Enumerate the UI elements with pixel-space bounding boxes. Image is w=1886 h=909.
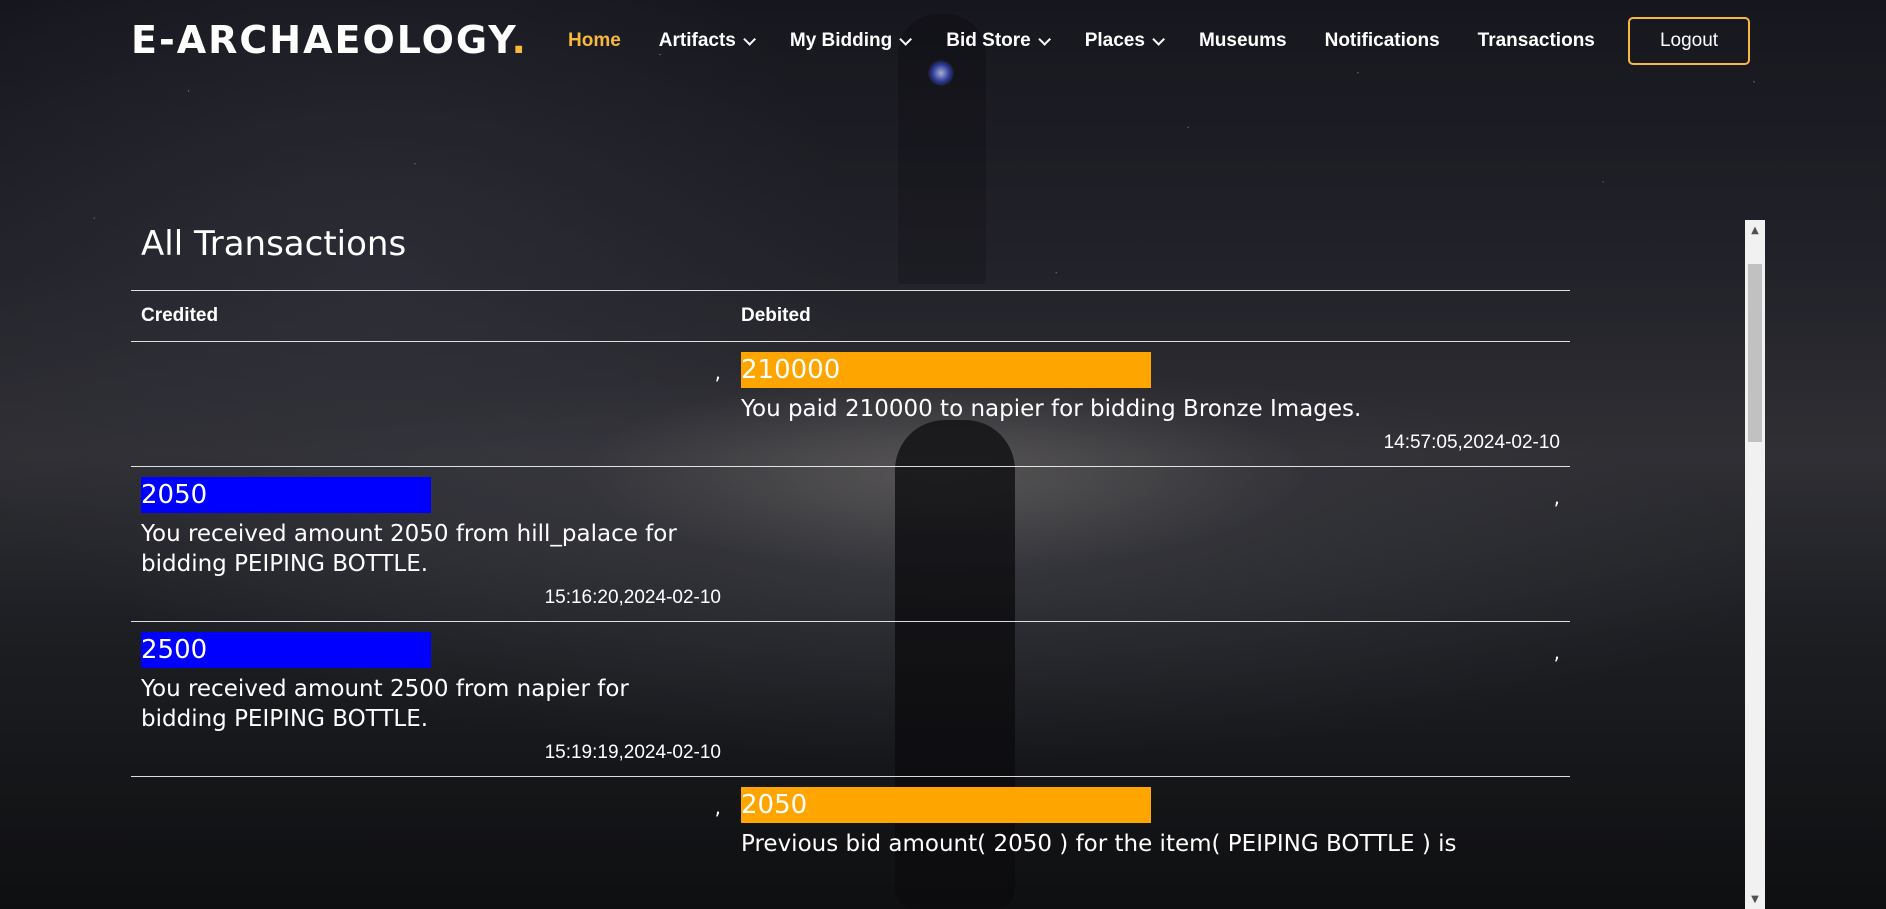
debit-cell: , (731, 622, 1570, 776)
nav-item-label: Artifacts (658, 30, 736, 51)
credited-column-header: Credited (141, 305, 219, 326)
credit-cell: , (131, 342, 731, 466)
credit-cell: 2050 You received amount 2050 from hill_… (131, 467, 731, 621)
nav-item-label: Museums (1198, 30, 1287, 51)
separator-comma: , (1553, 640, 1560, 664)
scroll-up-arrow-icon[interactable]: ▲ (1745, 220, 1765, 240)
nav-item-label: Transactions (1477, 30, 1595, 51)
site-header: E-ARCHAEOLOGY. Home Artifacts My Bidding… (0, 0, 1886, 82)
transaction-description: Previous bid amount( 2050 ) for the item… (741, 831, 1457, 857)
transaction-description: You received amount 2050 from hill_palac… (141, 521, 677, 577)
nav-item-label: Home (568, 30, 621, 51)
credit-amount-badge: 2500 (141, 632, 431, 668)
scroll-down-arrow-icon[interactable]: ▼ (1745, 889, 1765, 909)
nav-item-home[interactable]: Home (568, 30, 621, 52)
debit-cell: , (731, 467, 1570, 621)
separator-comma: , (1553, 485, 1560, 509)
logo-text: E-ARCHAEOLOGY (131, 18, 512, 62)
debited-column-header: Debited (741, 305, 811, 326)
chevron-down-icon (743, 32, 756, 46)
nav-item-label: Notifications (1324, 30, 1440, 51)
nav-item-bid-store[interactable]: Bid Store (946, 30, 1051, 52)
separator-comma: , (714, 795, 721, 819)
logo-dot: . (511, 18, 528, 62)
credit-amount-badge: 2050 (141, 477, 431, 513)
credit-cell: , (131, 777, 731, 871)
scroll-thumb[interactable] (1748, 264, 1762, 442)
nav-item-places[interactable]: Places (1084, 30, 1165, 52)
site-logo[interactable]: E-ARCHAEOLOGY. (131, 18, 528, 62)
nav-item-transactions[interactable]: Transactions (1478, 30, 1595, 52)
chevron-down-icon (1037, 32, 1051, 46)
nav-item-label: Bid Store (946, 30, 1031, 51)
table-row: , 210000 You paid 210000 to napier for b… (131, 342, 1570, 467)
nav-item-notifications[interactable]: Notifications (1325, 30, 1440, 52)
scrollbar[interactable]: ▲ ▼ (1745, 220, 1765, 909)
nav-item-my-bidding[interactable]: My Bidding (789, 30, 913, 52)
table-row: 2500 You received amount 2500 from napie… (131, 622, 1570, 777)
debit-cell: 210000 You paid 210000 to napier for bid… (731, 342, 1570, 466)
nav-item-label: Places (1084, 30, 1145, 51)
transaction-description: You paid 210000 to napier for bidding Br… (741, 396, 1362, 422)
main-nav: Home Artifacts My Bidding Bid Store Plac… (568, 0, 1633, 82)
transactions-table: Credited Debited , 210000 You paid 21000… (131, 290, 1570, 871)
debit-amount-badge: 2050 (741, 787, 1151, 823)
table-row: , 2050 Previous bid amount( 2050 ) for t… (131, 777, 1570, 871)
debit-amount-badge: 210000 (741, 352, 1151, 388)
table-row: 2050 You received amount 2050 from hill_… (131, 467, 1570, 622)
transaction-timestamp: 15:19:19,2024-02-10 (544, 742, 721, 763)
transaction-timestamp: 14:57:05,2024-02-10 (1383, 432, 1560, 453)
chevron-down-icon (1152, 32, 1165, 46)
nav-item-museums[interactable]: Museums (1199, 30, 1287, 52)
separator-comma: , (714, 360, 721, 384)
transaction-timestamp: 15:16:20,2024-02-10 (544, 587, 721, 608)
table-header: Credited Debited (131, 291, 1570, 341)
nav-item-artifacts[interactable]: Artifacts (658, 30, 756, 52)
page-title: All Transactions (141, 224, 407, 264)
transaction-description: You received amount 2500 from napier for… (141, 676, 629, 732)
nav-item-label: My Bidding (789, 30, 893, 51)
chevron-down-icon (899, 32, 913, 46)
credit-cell: 2500 You received amount 2500 from napie… (131, 622, 731, 776)
logout-button[interactable]: Logout (1628, 17, 1750, 65)
debit-cell: 2050 Previous bid amount( 2050 ) for the… (731, 777, 1570, 871)
